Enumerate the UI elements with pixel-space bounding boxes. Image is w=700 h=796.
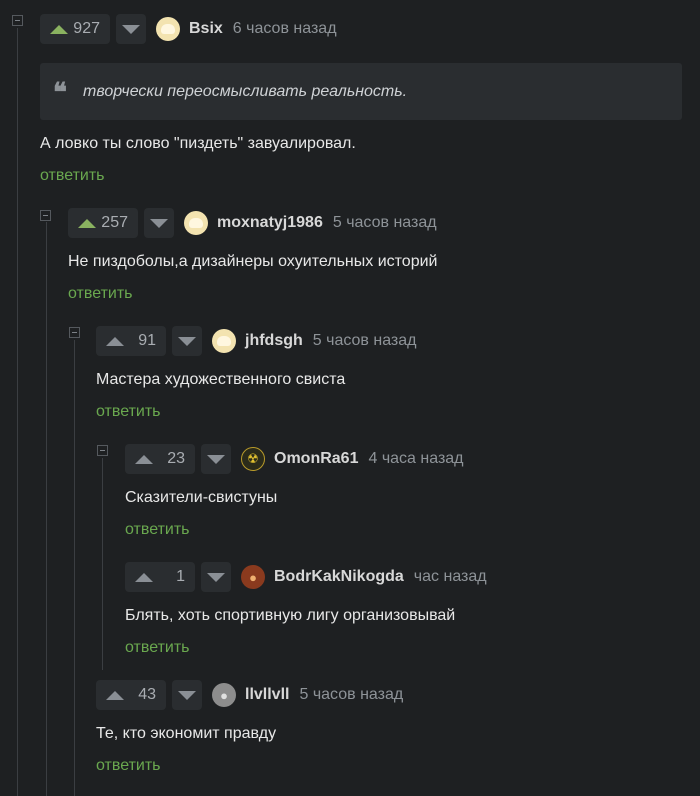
rating-count: 257 bbox=[101, 214, 128, 231]
username[interactable]: BodrKakNikogda bbox=[274, 568, 404, 586]
timestamp[interactable]: 6 часов назад bbox=[233, 20, 337, 38]
quote-block: ❝ творчески переосмысливать реальность. bbox=[40, 63, 682, 120]
reply-link[interactable]: ответить bbox=[40, 167, 105, 185]
avatar[interactable] bbox=[156, 17, 180, 41]
thread-line bbox=[102, 458, 103, 670]
timestamp[interactable]: 5 часов назад bbox=[299, 686, 403, 704]
reply-link[interactable]: ответить bbox=[68, 285, 133, 303]
username[interactable]: moxnatyj1986 bbox=[217, 214, 323, 232]
arrow-down-icon bbox=[178, 690, 196, 700]
face-avatar-icon[interactable]: ● bbox=[212, 683, 236, 707]
arrow-down-icon bbox=[207, 454, 225, 464]
rating-count: 43 bbox=[138, 686, 156, 703]
comment-header: 43 ● llvllvll 5 часов назад bbox=[96, 680, 403, 710]
thread-line bbox=[46, 222, 47, 796]
reply-link[interactable]: ответить bbox=[96, 403, 161, 421]
upvote-button[interactable]: 43 bbox=[96, 680, 166, 710]
quote-icon: ❝ bbox=[53, 78, 67, 108]
arrow-down-icon bbox=[122, 24, 140, 34]
avatar[interactable] bbox=[212, 329, 236, 353]
comment-header: 23 ☢ OmonRa61 4 часа назад bbox=[125, 444, 464, 474]
arrow-up-icon bbox=[106, 690, 124, 700]
comment-text: Мастера художественного свиста bbox=[96, 371, 346, 388]
downvote-button[interactable] bbox=[116, 14, 146, 44]
reply-link[interactable]: ответить bbox=[125, 639, 190, 657]
collapse-thread-toggle[interactable] bbox=[40, 210, 51, 221]
comment-text: Сказители-свистуны bbox=[125, 489, 278, 506]
timestamp[interactable]: 5 часов назад bbox=[333, 214, 437, 232]
radiation-avatar-icon[interactable]: ☢ bbox=[241, 447, 265, 471]
timestamp[interactable]: час назад bbox=[414, 568, 487, 586]
username[interactable]: Bsix bbox=[189, 20, 223, 38]
upvote-button[interactable]: 91 bbox=[96, 326, 166, 356]
timestamp[interactable]: 5 часов назад bbox=[313, 332, 417, 350]
arrow-down-icon bbox=[150, 218, 168, 228]
collapse-thread-toggle[interactable] bbox=[12, 15, 23, 26]
downvote-button[interactable] bbox=[172, 680, 202, 710]
reply-link[interactable]: ответить bbox=[96, 757, 161, 775]
username[interactable]: OmonRa61 bbox=[274, 450, 358, 468]
comment-text: Блять, хоть спортивную лигу организовыва… bbox=[125, 607, 456, 624]
comment-header: 1 ● BodrKakNikogda час назад bbox=[125, 562, 487, 592]
arrow-up-icon bbox=[106, 336, 124, 346]
username[interactable]: jhfdsgh bbox=[245, 332, 303, 350]
arrow-up-icon bbox=[135, 572, 153, 582]
reply-link[interactable]: ответить bbox=[125, 521, 190, 539]
arrow-down-icon bbox=[207, 572, 225, 582]
rating-count: 1 bbox=[176, 568, 185, 585]
rating-count: 927 bbox=[73, 20, 100, 37]
comment-header: 927 Bsix 6 часов назад bbox=[40, 14, 337, 44]
thread-line bbox=[74, 340, 75, 796]
arrow-up-icon bbox=[135, 454, 153, 464]
downvote-button[interactable] bbox=[201, 444, 231, 474]
arrow-up-icon bbox=[50, 24, 68, 34]
comment-text: Не пиздоболы,а дизайнеры охуительных ист… bbox=[68, 253, 438, 270]
quote-text: творчески переосмысливать реальность. bbox=[83, 83, 408, 100]
upvote-button[interactable]: 927 bbox=[40, 14, 110, 44]
comment-header: 257 moxnatyj1986 5 часов назад bbox=[68, 208, 437, 238]
fox-avatar-icon[interactable]: ● bbox=[241, 565, 265, 589]
avatar[interactable] bbox=[184, 211, 208, 235]
upvote-button[interactable]: 23 bbox=[125, 444, 195, 474]
timestamp[interactable]: 4 часа назад bbox=[368, 450, 463, 468]
arrow-down-icon bbox=[178, 336, 196, 346]
comment-header: 91 jhfdsgh 5 часов назад bbox=[96, 326, 417, 356]
downvote-button[interactable] bbox=[172, 326, 202, 356]
downvote-button[interactable] bbox=[201, 562, 231, 592]
upvote-button[interactable]: 257 bbox=[68, 208, 138, 238]
downvote-button[interactable] bbox=[144, 208, 174, 238]
rating-count: 91 bbox=[138, 332, 156, 349]
arrow-up-icon bbox=[78, 218, 96, 228]
thread-line bbox=[17, 28, 18, 796]
collapse-thread-toggle[interactable] bbox=[69, 327, 80, 338]
rating-count: 23 bbox=[167, 450, 185, 467]
upvote-button[interactable]: 1 bbox=[125, 562, 195, 592]
comment-text: А ловко ты слово "пиздеть" завуалировал. bbox=[40, 135, 356, 152]
collapse-thread-toggle[interactable] bbox=[97, 445, 108, 456]
comment-text: Те, кто экономит правду bbox=[96, 725, 277, 742]
username[interactable]: llvllvll bbox=[245, 686, 289, 704]
